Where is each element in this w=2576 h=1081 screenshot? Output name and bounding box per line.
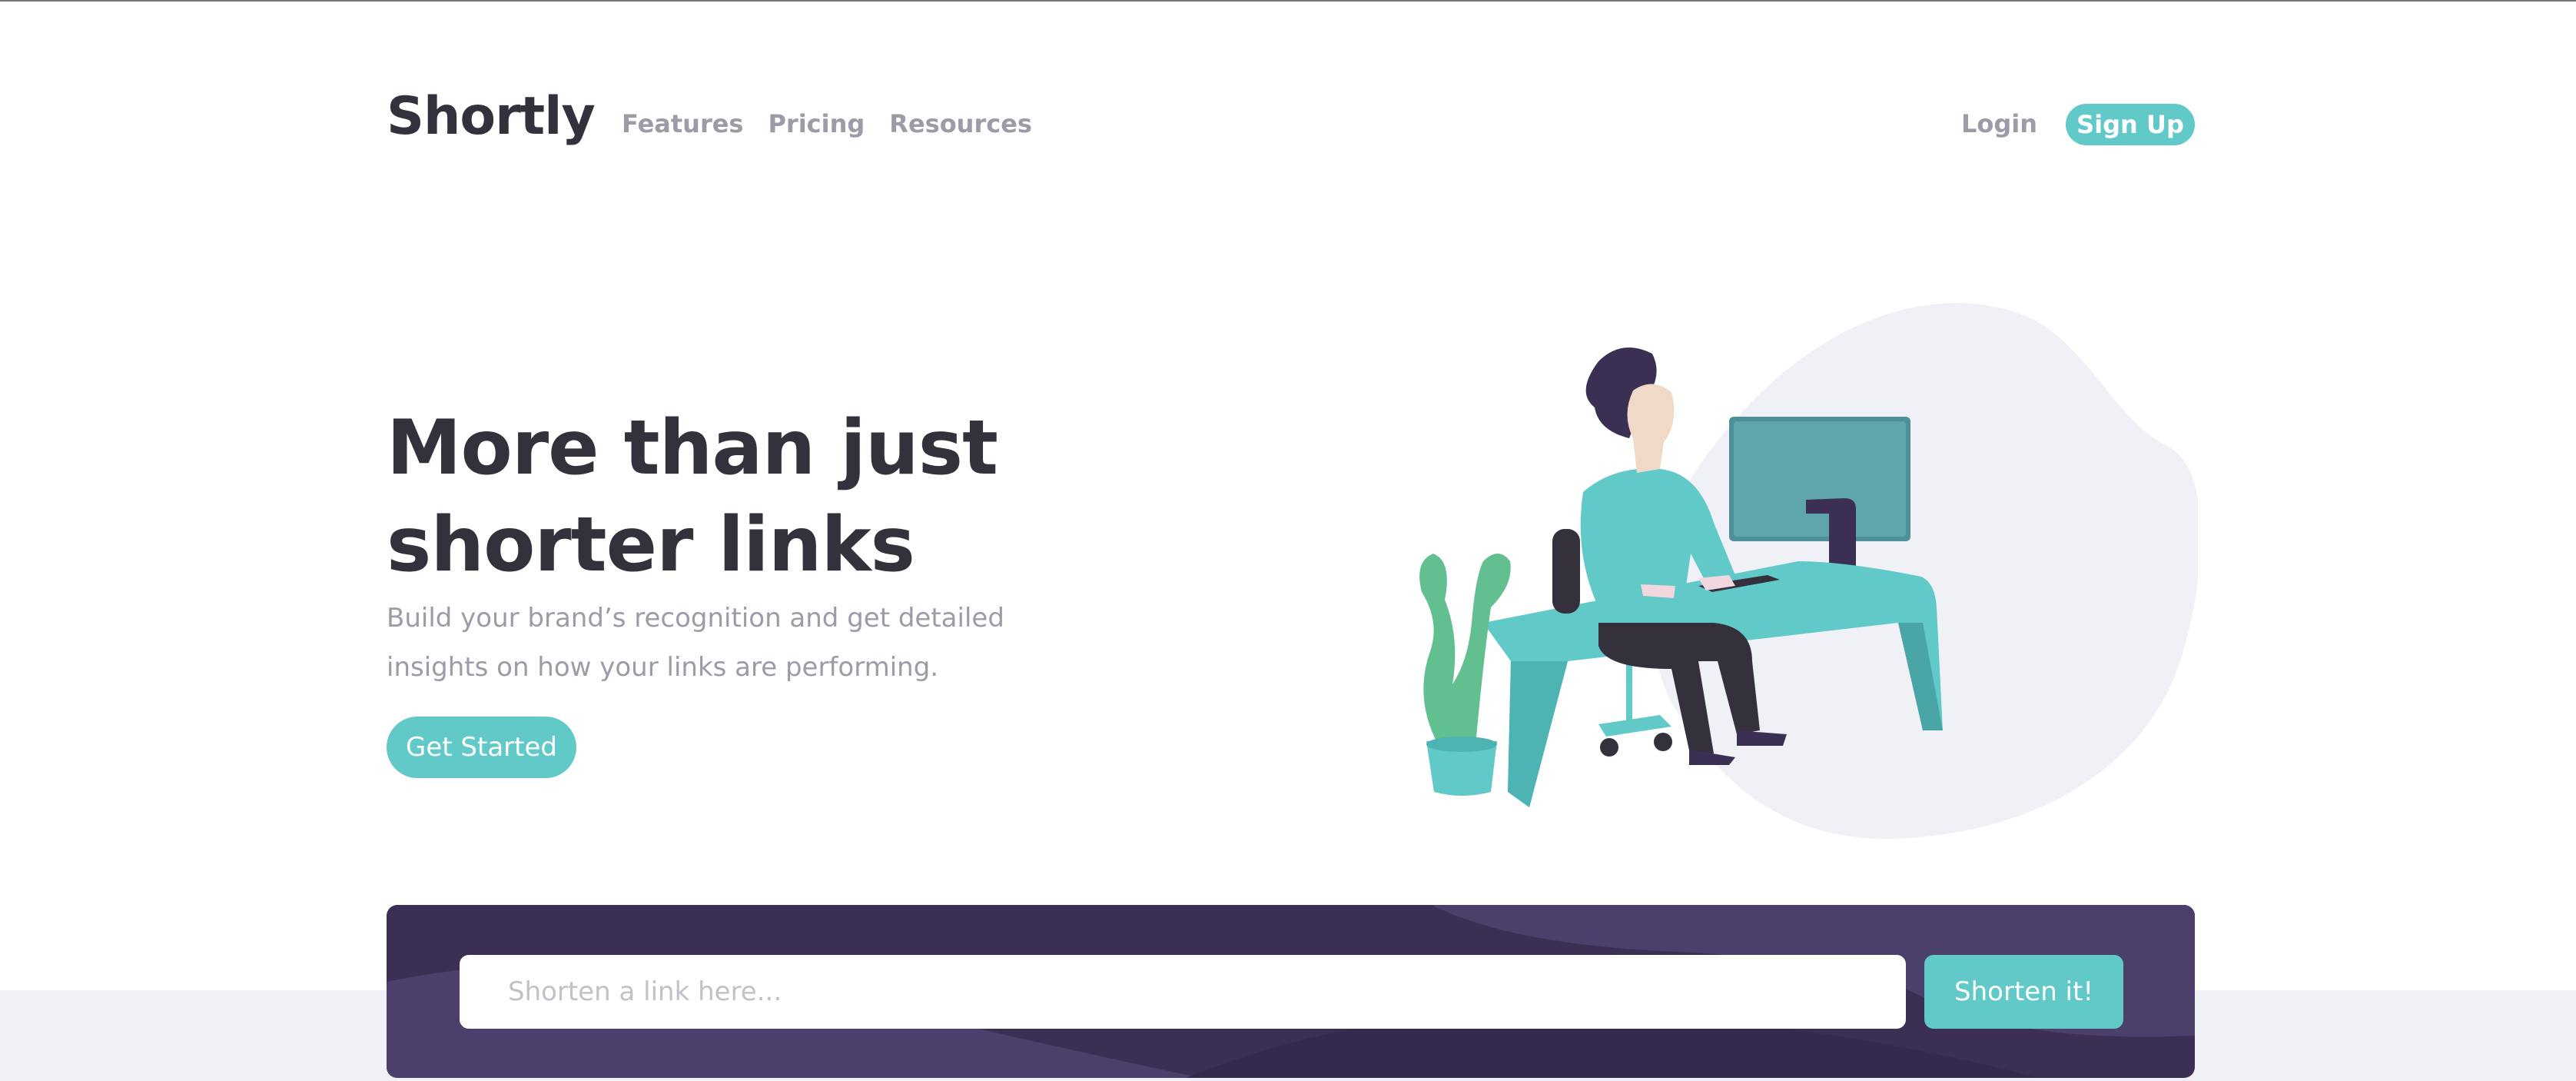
shorten-form: Shorten it! [387,905,2195,1078]
nav-resources[interactable]: Resources [889,109,1032,138]
nav-features[interactable]: Features [622,109,743,138]
shorten-button[interactable]: Shorten it! [1924,955,2123,1029]
signup-button[interactable]: Sign Up [2066,104,2195,145]
hero-title: More than just shorter links [387,404,998,589]
chair-wheel [1600,738,1618,757]
top-border [0,0,2576,2]
get-started-button[interactable]: Get Started [387,717,576,778]
plant-leaves [1419,554,1511,746]
shorten-link-input[interactable] [460,955,1906,1029]
login-link[interactable]: Login [1961,109,2037,138]
person-face [1627,384,1675,473]
main-nav: Features Pricing Resources [622,109,1032,138]
logo[interactable]: Shortly [387,86,596,147]
nav-pricing[interactable]: Pricing [768,109,865,138]
person-working-illustration [1419,303,2198,839]
chair-back [1552,529,1580,614]
hero-description: Build your brand’s recognition and get d… [387,603,1004,683]
